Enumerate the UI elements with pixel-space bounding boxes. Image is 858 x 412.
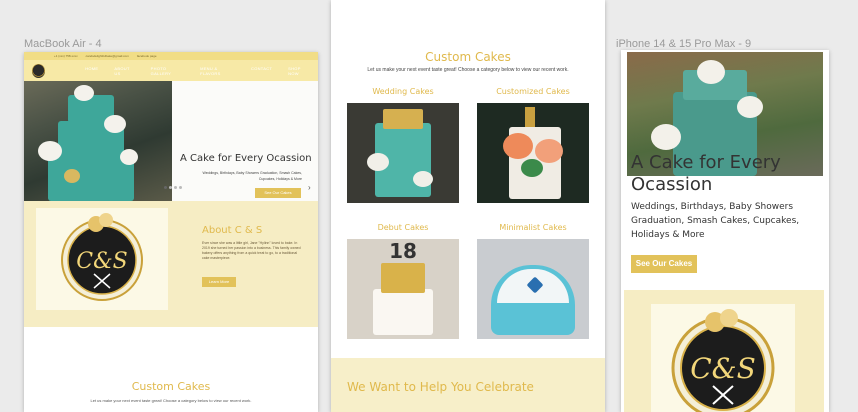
c-and-s-logo-icon: C&S: [61, 213, 143, 301]
about-title: About C & S: [202, 225, 263, 236]
iphone-frame: A Cake for Every Ocassion Weddings, Birt…: [621, 50, 829, 412]
macbook-frame: +1 (xxx) 758-xxxx candsdelightfulbake@gm…: [24, 52, 318, 412]
nav-item-contact[interactable]: CONTACT: [251, 66, 272, 76]
iphone-hero-subtitle: Weddings, Birthdays, Baby Showers Gradua…: [631, 202, 800, 240]
main-nav: HOME ABOUT US PHOTO GALLERY MENU & FLAVO…: [24, 60, 318, 81]
help-celebrate-section: We Want to Help You Celebrate: [331, 358, 605, 412]
nav-item-home[interactable]: HOME: [85, 66, 98, 76]
nav-links: HOME ABOUT US PHOTO GALLERY MENU & FLAVO…: [85, 66, 310, 76]
carousel-dots[interactable]: [164, 186, 182, 189]
bakery-logo[interactable]: [32, 63, 46, 78]
about-logo-card: C&S: [36, 208, 168, 310]
hero-subtitle: Weddings, Birthdays, Baby Showers Gradua…: [202, 171, 302, 181]
minimalist-cake-image[interactable]: [477, 239, 589, 339]
customized-cake-image[interactable]: [477, 103, 589, 203]
svg-text:C&S: C&S: [690, 352, 756, 385]
hero-cake-image: [24, 81, 172, 201]
debut-cake-image[interactable]: 18: [347, 239, 459, 339]
top-contact-bar: +1 (xxx) 758-xxxx candsdelightfulbake@gm…: [24, 52, 318, 60]
carousel-next-icon[interactable]: ›: [308, 183, 311, 192]
facebook-link[interactable]: facebook page: [137, 54, 157, 58]
nav-item-shop[interactable]: SHOP NOW: [288, 66, 310, 76]
iphone-hero-title: A Cake for Every Ocassion: [631, 152, 781, 195]
nav-item-about[interactable]: ABOUT US: [114, 66, 134, 76]
frame-label-macbook: MacBook Air - 4: [24, 38, 102, 50]
custom-cakes-subtitle: Let us make your next event taste great!…: [90, 398, 252, 403]
email-address[interactable]: candsdelightfulbake@gmail.com: [86, 54, 129, 58]
hero-title: A Cake for Every Ocassion: [180, 153, 312, 164]
category-wedding-label[interactable]: Wedding Cakes: [347, 87, 459, 96]
iphone-see-cakes-button[interactable]: See Our Cakes: [631, 255, 697, 273]
iphone-logo-card: C&S: [651, 304, 795, 412]
frame-label-iphone: iPhone 14 & 15 Pro Max - 9: [616, 38, 752, 50]
category-debut-label[interactable]: Debut Cakes: [347, 223, 459, 232]
svg-text:C&S: C&S: [76, 249, 128, 274]
hero-section: A Cake for Every Ocassion Weddings, Birt…: [24, 81, 318, 201]
nav-item-menu[interactable]: MENU & FLAVORS: [200, 66, 235, 76]
custom-cakes-heading: Custom Cakes: [425, 50, 511, 64]
custom-cakes-title: Custom Cakes: [131, 380, 211, 393]
about-section: C&S About C & S Ever since she was a lit…: [24, 201, 318, 327]
iphone-about-section: C&S: [624, 290, 824, 412]
custom-cakes-description: Let us make your next event taste great!…: [367, 67, 569, 73]
wedding-cake-image[interactable]: [347, 103, 459, 203]
category-customized-label[interactable]: Customized Cakes: [477, 87, 589, 96]
about-text: Ever since she was a little girl, Jane "…: [202, 241, 301, 260]
iphone-c-and-s-logo-icon: C&S: [671, 309, 775, 412]
debut-cake-number: 18: [389, 239, 417, 263]
help-celebrate-title: We Want to Help You Celebrate: [347, 380, 534, 394]
category-minimalist-label[interactable]: Minimalist Cakes: [477, 223, 589, 232]
see-cakes-button[interactable]: See Our Cakes: [255, 188, 301, 198]
nav-item-gallery[interactable]: PHOTO GALLERY: [151, 66, 184, 76]
learn-more-button[interactable]: Learn More: [202, 277, 236, 287]
phone-number[interactable]: +1 (xxx) 758-xxxx: [54, 54, 78, 58]
custom-cakes-frame: Custom Cakes Let us make your next event…: [331, 0, 605, 412]
